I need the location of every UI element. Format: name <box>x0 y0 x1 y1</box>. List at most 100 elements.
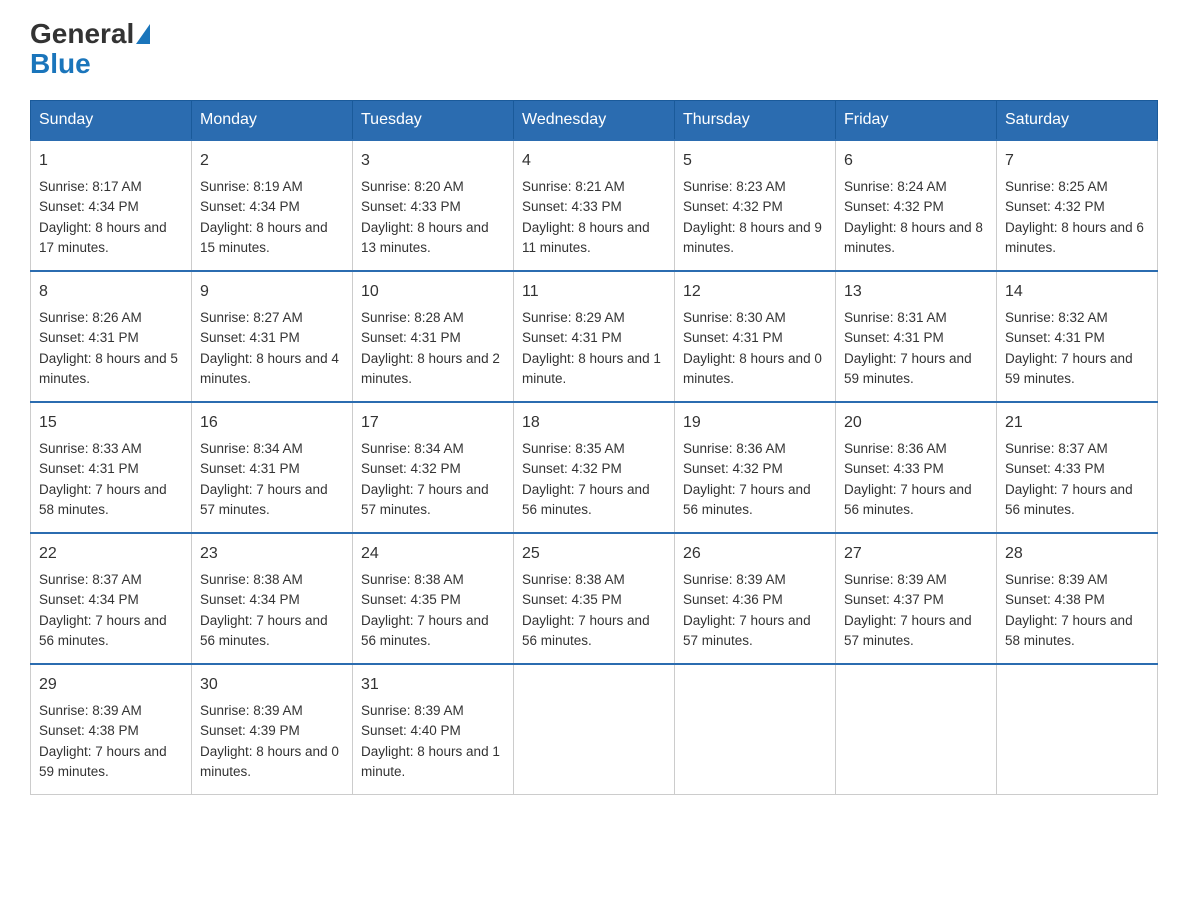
calendar-week-row-5: 29Sunrise: 8:39 AMSunset: 4:38 PMDayligh… <box>31 664 1158 795</box>
calendar-day-23: 23Sunrise: 8:38 AMSunset: 4:34 PMDayligh… <box>192 533 353 664</box>
calendar-day-21: 21 Sunrise: 8:37 AMSunset: 4:33 PMDayligh… <box>997 402 1158 533</box>
day-number: 15 <box>39 411 183 435</box>
day-info: Sunrise: 8:30 AMSunset: 4:31 PMDaylight:… <box>683 308 827 389</box>
day-number: 28 <box>1005 542 1149 566</box>
day-info: Sunrise: 8:21 AMSunset: 4:33 PMDaylight:… <box>522 177 666 258</box>
calendar-weekday-thursday: Thursday <box>675 101 836 141</box>
calendar-week-row-3: 15 Sunrise: 8:33 AMSunset: 4:31 PMDayligh… <box>31 402 1158 533</box>
day-info: Sunrise: 8:38 AMSunset: 4:35 PMDaylight:… <box>361 570 505 651</box>
day-info: Sunrise: 8:34 AMSunset: 4:32 PMDaylight:… <box>361 439 505 520</box>
calendar-weekday-monday: Monday <box>192 101 353 141</box>
day-number: 7 <box>1005 149 1149 173</box>
calendar-day-27: 27Sunrise: 8:39 AMSunset: 4:37 PMDayligh… <box>836 533 997 664</box>
calendar-day-15: 15 Sunrise: 8:33 AMSunset: 4:31 PMDayligh… <box>31 402 192 533</box>
calendar-day-20: 20 Sunrise: 8:36 AMSunset: 4:33 PMDayligh… <box>836 402 997 533</box>
day-info: Sunrise: 8:34 AMSunset: 4:31 PMDaylight:… <box>200 439 344 520</box>
day-number: 19 <box>683 411 827 435</box>
calendar-day-2: 2 Sunrise: 8:19 AMSunset: 4:34 PMDaylight… <box>192 140 353 271</box>
day-number: 18 <box>522 411 666 435</box>
day-number: 11 <box>522 280 666 304</box>
calendar-day-14: 14 Sunrise: 8:32 AMSunset: 4:31 PMDayligh… <box>997 271 1158 402</box>
calendar-day-30: 30 Sunrise: 8:39 AMSunset: 4:39 PMDayligh… <box>192 664 353 795</box>
day-number: 12 <box>683 280 827 304</box>
logo-general-text: General <box>30 20 134 48</box>
day-info: Sunrise: 8:39 AMSunset: 4:36 PMDaylight:… <box>683 570 827 651</box>
empty-cell <box>836 664 997 795</box>
logo-blue-text: Blue <box>30 48 91 79</box>
day-info: Sunrise: 8:36 AMSunset: 4:32 PMDaylight:… <box>683 439 827 520</box>
calendar-weekday-wednesday: Wednesday <box>514 101 675 141</box>
day-number: 10 <box>361 280 505 304</box>
day-number: 1 <box>39 149 183 173</box>
day-number: 14 <box>1005 280 1149 304</box>
empty-cell <box>514 664 675 795</box>
day-number: 16 <box>200 411 344 435</box>
calendar-day-18: 18 Sunrise: 8:35 AMSunset: 4:32 PMDayligh… <box>514 402 675 533</box>
day-number: 25 <box>522 542 666 566</box>
day-info: Sunrise: 8:38 AMSunset: 4:35 PMDaylight:… <box>522 570 666 651</box>
day-info: Sunrise: 8:17 AMSunset: 4:34 PMDaylight:… <box>39 177 183 258</box>
day-number: 29 <box>39 673 183 697</box>
logo: General Blue <box>30 20 152 80</box>
calendar-day-5: 5 Sunrise: 8:23 AMSunset: 4:32 PMDaylight… <box>675 140 836 271</box>
day-info: Sunrise: 8:39 AMSunset: 4:39 PMDaylight:… <box>200 701 344 782</box>
day-info: Sunrise: 8:20 AMSunset: 4:33 PMDaylight:… <box>361 177 505 258</box>
calendar-table: SundayMondayTuesdayWednesdayThursdayFrid… <box>30 100 1158 795</box>
calendar-week-row-1: 1 Sunrise: 8:17 AMSunset: 4:34 PMDaylight… <box>31 140 1158 271</box>
day-number: 20 <box>844 411 988 435</box>
day-number: 2 <box>200 149 344 173</box>
calendar-day-17: 17 Sunrise: 8:34 AMSunset: 4:32 PMDayligh… <box>353 402 514 533</box>
calendar-day-25: 25 Sunrise: 8:38 AMSunset: 4:35 PMDayligh… <box>514 533 675 664</box>
day-info: Sunrise: 8:19 AMSunset: 4:34 PMDaylight:… <box>200 177 344 258</box>
day-number: 27 <box>844 542 988 566</box>
calendar-day-13: 13 Sunrise: 8:31 AMSunset: 4:31 PMDayligh… <box>836 271 997 402</box>
calendar-day-16: 16 Sunrise: 8:34 AMSunset: 4:31 PMDayligh… <box>192 402 353 533</box>
calendar-day-26: 26 Sunrise: 8:39 AMSunset: 4:36 PMDayligh… <box>675 533 836 664</box>
day-number: 22 <box>39 542 183 566</box>
day-number: 26 <box>683 542 827 566</box>
calendar-day-31: 31Sunrise: 8:39 AMSunset: 4:40 PMDayligh… <box>353 664 514 795</box>
day-info: Sunrise: 8:29 AMSunset: 4:31 PMDaylight:… <box>522 308 666 389</box>
day-number: 30 <box>200 673 344 697</box>
calendar-day-8: 8Sunrise: 8:26 AMSunset: 4:31 PMDaylight… <box>31 271 192 402</box>
page-header: General Blue <box>30 20 1158 80</box>
calendar-day-11: 11 Sunrise: 8:29 AMSunset: 4:31 PMDayligh… <box>514 271 675 402</box>
calendar-day-3: 3 Sunrise: 8:20 AMSunset: 4:33 PMDaylight… <box>353 140 514 271</box>
calendar-day-10: 10Sunrise: 8:28 AMSunset: 4:31 PMDayligh… <box>353 271 514 402</box>
day-number: 13 <box>844 280 988 304</box>
calendar-day-12: 12 Sunrise: 8:30 AMSunset: 4:31 PMDayligh… <box>675 271 836 402</box>
day-number: 24 <box>361 542 505 566</box>
day-info: Sunrise: 8:25 AMSunset: 4:32 PMDaylight:… <box>1005 177 1149 258</box>
day-info: Sunrise: 8:23 AMSunset: 4:32 PMDaylight:… <box>683 177 827 258</box>
empty-cell <box>997 664 1158 795</box>
day-info: Sunrise: 8:32 AMSunset: 4:31 PMDaylight:… <box>1005 308 1149 389</box>
calendar-day-29: 29Sunrise: 8:39 AMSunset: 4:38 PMDayligh… <box>31 664 192 795</box>
day-number: 31 <box>361 673 505 697</box>
calendar-weekday-sunday: Sunday <box>31 101 192 141</box>
day-info: Sunrise: 8:37 AMSunset: 4:33 PMDaylight:… <box>1005 439 1149 520</box>
calendar-weekday-tuesday: Tuesday <box>353 101 514 141</box>
day-number: 4 <box>522 149 666 173</box>
calendar-day-6: 6Sunrise: 8:24 AMSunset: 4:32 PMDaylight… <box>836 140 997 271</box>
day-info: Sunrise: 8:37 AMSunset: 4:34 PMDaylight:… <box>39 570 183 651</box>
day-info: Sunrise: 8:27 AMSunset: 4:31 PMDaylight:… <box>200 308 344 389</box>
calendar-header-row: SundayMondayTuesdayWednesdayThursdayFrid… <box>31 101 1158 141</box>
day-number: 21 <box>1005 411 1149 435</box>
calendar-day-28: 28Sunrise: 8:39 AMSunset: 4:38 PMDayligh… <box>997 533 1158 664</box>
day-info: Sunrise: 8:38 AMSunset: 4:34 PMDaylight:… <box>200 570 344 651</box>
calendar-day-1: 1 Sunrise: 8:17 AMSunset: 4:34 PMDaylight… <box>31 140 192 271</box>
day-number: 5 <box>683 149 827 173</box>
day-info: Sunrise: 8:33 AMSunset: 4:31 PMDaylight:… <box>39 439 183 520</box>
calendar-day-24: 24 Sunrise: 8:38 AMSunset: 4:35 PMDayligh… <box>353 533 514 664</box>
calendar-day-4: 4 Sunrise: 8:21 AMSunset: 4:33 PMDaylight… <box>514 140 675 271</box>
day-info: Sunrise: 8:31 AMSunset: 4:31 PMDaylight:… <box>844 308 988 389</box>
day-info: Sunrise: 8:36 AMSunset: 4:33 PMDaylight:… <box>844 439 988 520</box>
calendar-week-row-2: 8Sunrise: 8:26 AMSunset: 4:31 PMDaylight… <box>31 271 1158 402</box>
calendar-day-9: 9Sunrise: 8:27 AMSunset: 4:31 PMDaylight… <box>192 271 353 402</box>
day-info: Sunrise: 8:24 AMSunset: 4:32 PMDaylight:… <box>844 177 988 258</box>
day-number: 17 <box>361 411 505 435</box>
day-number: 3 <box>361 149 505 173</box>
day-info: Sunrise: 8:35 AMSunset: 4:32 PMDaylight:… <box>522 439 666 520</box>
calendar-weekday-saturday: Saturday <box>997 101 1158 141</box>
calendar-weekday-friday: Friday <box>836 101 997 141</box>
